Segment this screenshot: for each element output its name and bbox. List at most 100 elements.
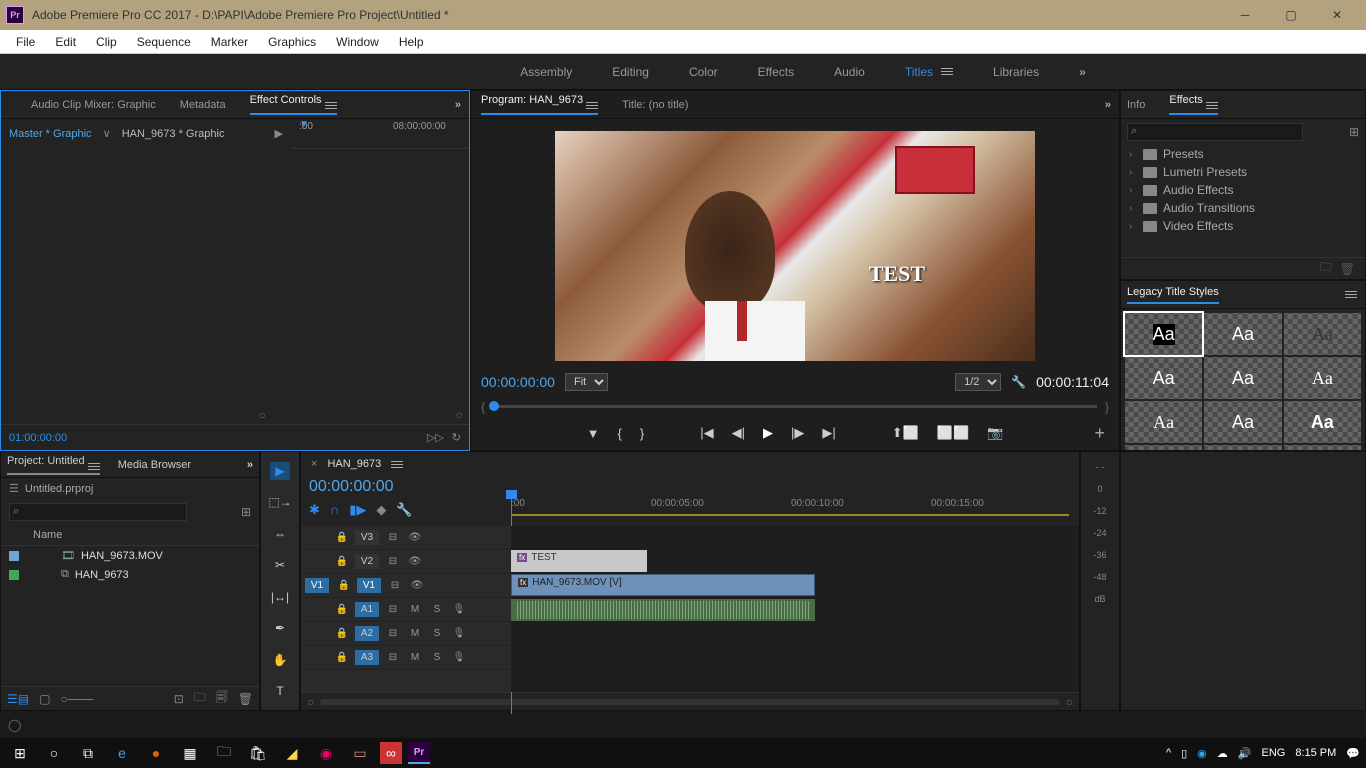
find-icon[interactable]: ⊞: [241, 505, 251, 519]
panel-menu-icon[interactable]: [88, 463, 100, 470]
maximize-button[interactable]: ▢: [1268, 0, 1314, 30]
pen-tool[interactable]: ✒: [270, 620, 290, 638]
edge-icon[interactable]: e: [108, 739, 136, 767]
bin-icon[interactable]: ☰: [9, 482, 19, 495]
hand-tool[interactable]: ✋: [270, 651, 290, 669]
clip-audio[interactable]: [511, 599, 815, 621]
title-style-swatch[interactable]: Aa: [1125, 357, 1202, 399]
scroll-dot[interactable]: ○: [456, 408, 463, 424]
sync-lock[interactable]: ⊟: [385, 628, 401, 639]
selection-tool[interactable]: ▶: [270, 462, 290, 480]
workspace-overflow[interactable]: »: [1079, 65, 1086, 79]
title-style-swatch[interactable]: Aa: [1204, 313, 1281, 355]
calculator-icon[interactable]: ▦: [176, 739, 204, 767]
panel-menu-icon[interactable]: [325, 102, 337, 109]
lock-a3[interactable]: 🔒: [335, 652, 349, 663]
menu-sequence[interactable]: Sequence: [127, 30, 201, 53]
tab-title[interactable]: Title: (no title): [622, 99, 688, 111]
premiere-taskbar-icon[interactable]: Pr: [408, 742, 430, 764]
firefox-icon[interactable]: ●: [142, 739, 170, 767]
menu-clip[interactable]: Clip: [86, 30, 127, 53]
slip-tool[interactable]: |↔|: [270, 588, 290, 606]
clip-video[interactable]: fxHAN_9673.MOV [V]: [511, 574, 815, 596]
panel-overflow[interactable]: »: [455, 99, 461, 111]
panel-overflow[interactable]: »: [1105, 99, 1111, 111]
workspace-menu-icon[interactable]: [941, 68, 953, 75]
menu-help[interactable]: Help: [389, 30, 434, 53]
sequence-clip-label[interactable]: HAN_9673 * Graphic: [122, 128, 225, 140]
start-button[interactable]: ⊞: [6, 739, 34, 767]
effects-folder[interactable]: ›Audio Transitions: [1125, 199, 1361, 217]
title-style-swatch[interactable]: Aa: [1284, 357, 1361, 399]
new-bin-icon[interactable]: 🗀: [194, 688, 206, 709]
track-v2[interactable]: V2: [355, 554, 379, 569]
panel-menu-icon[interactable]: [1206, 102, 1218, 109]
sync-lock[interactable]: ⊟: [385, 652, 401, 663]
effects-folder[interactable]: ›Lumetri Presets: [1125, 163, 1361, 181]
store-icon[interactable]: 🛍: [244, 739, 272, 767]
workspace-editing[interactable]: Editing: [612, 65, 649, 79]
effects-folder[interactable]: ›Video Effects: [1125, 217, 1361, 235]
ripple-edit-tool[interactable]: ⇔: [270, 525, 290, 543]
toggle-output[interactable]: 👁: [407, 532, 423, 543]
mute[interactable]: M: [407, 628, 423, 639]
solo[interactable]: S: [429, 628, 445, 639]
title-style-swatch[interactable]: Aa: [1125, 401, 1202, 443]
lock-a2[interactable]: 🔒: [335, 628, 349, 639]
tab-effects[interactable]: Effects: [1169, 94, 1218, 115]
play-around-icon[interactable]: ▷▷: [427, 431, 444, 444]
timeline-zoom-slider[interactable]: [320, 699, 1060, 705]
mark-out-button[interactable]: }: [640, 426, 644, 441]
settings-wrench-icon[interactable]: 🔧: [1011, 375, 1026, 389]
tab-legacy-title-styles[interactable]: Legacy Title Styles: [1127, 286, 1219, 304]
timeline-content[interactable]: fxTEST fxHAN_9673.MOV [V]: [511, 526, 1079, 692]
tab-audio-clip-mixer[interactable]: Audio Clip Mixer: Graphic: [31, 99, 156, 111]
zoom-slider[interactable]: ○───: [60, 692, 93, 706]
cortana-icon[interactable]: ○: [40, 739, 68, 767]
program-timecode-left[interactable]: 00:00:00:00: [481, 374, 555, 390]
explorer-icon[interactable]: 🗀: [210, 739, 238, 767]
creative-cloud-icon[interactable]: ∞: [380, 742, 402, 764]
column-name[interactable]: Name: [33, 529, 62, 541]
project-item[interactable]: ⧉HAN_9673: [1, 565, 259, 584]
loop-icon[interactable]: ↻: [452, 431, 461, 444]
tray-language[interactable]: ENG: [1261, 747, 1285, 759]
menu-window[interactable]: Window: [326, 30, 389, 53]
project-search-input[interactable]: [9, 503, 187, 521]
lock-a1[interactable]: 🔒: [335, 604, 349, 615]
sync-lock[interactable]: ⊟: [385, 604, 401, 615]
go-to-out-button[interactable]: ▶|: [822, 425, 835, 441]
new-bin-icon[interactable]: ⊞: [1349, 125, 1359, 139]
tray-onedrive-icon[interactable]: ☁: [1217, 747, 1228, 760]
zoom-fit-select[interactable]: Fit: [565, 373, 608, 391]
settings-wrench-icon[interactable]: 🔧: [396, 502, 412, 518]
toggle-output[interactable]: 👁: [409, 580, 425, 591]
tray-battery-icon[interactable]: ▯: [1181, 747, 1187, 760]
menu-file[interactable]: File: [6, 30, 45, 53]
tray-chevron-icon[interactable]: ^: [1166, 747, 1171, 759]
effects-search-input[interactable]: [1127, 123, 1303, 141]
panel-menu-icon[interactable]: [391, 461, 403, 468]
tab-media-browser[interactable]: Media Browser: [118, 459, 191, 471]
mute[interactable]: M: [407, 652, 423, 663]
razor-tool[interactable]: ✂: [270, 557, 290, 575]
button-editor[interactable]: +: [1094, 423, 1105, 444]
clip-title[interactable]: fxTEST: [511, 550, 647, 572]
solo[interactable]: S: [429, 652, 445, 663]
effect-timecode[interactable]: 01:00:00:00: [9, 432, 67, 444]
workspace-titles[interactable]: Titles: [905, 65, 933, 79]
source-v1[interactable]: V1: [305, 578, 329, 593]
sequence-tab[interactable]: HAN_9673: [327, 458, 381, 470]
title-style-swatch[interactable]: Aa: [1125, 313, 1202, 355]
title-style-swatch[interactable]: Aa: [1284, 401, 1361, 443]
mute[interactable]: M: [407, 604, 423, 615]
go-to-in-button[interactable]: |◀: [700, 425, 713, 441]
sync-lock[interactable]: ⊟: [387, 580, 403, 591]
workspace-audio[interactable]: Audio: [834, 65, 865, 79]
track-a1[interactable]: A1: [355, 602, 379, 617]
play-button[interactable]: ▶: [763, 425, 773, 441]
track-a2[interactable]: A2: [355, 626, 379, 641]
title-style-swatch[interactable]: Aa: [1204, 357, 1281, 399]
program-preview[interactable]: TEST: [555, 131, 1035, 361]
tray-network-icon[interactable]: ◉: [1197, 747, 1207, 760]
